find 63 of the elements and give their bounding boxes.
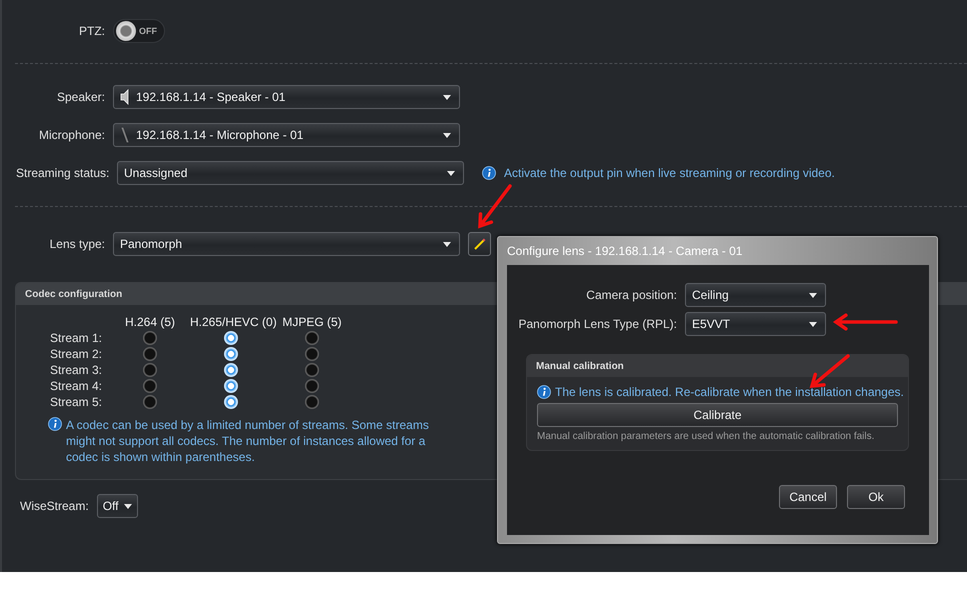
ptz-label: PTZ: bbox=[78, 24, 105, 38]
codec-radio[interactable] bbox=[305, 331, 319, 345]
dropdown[interactable]: E5VVT bbox=[685, 312, 826, 336]
dropdown-caret-icon bbox=[124, 504, 132, 508]
codec-radio[interactable] bbox=[305, 395, 319, 409]
ptz-toggle[interactable]: OFF bbox=[113, 19, 165, 43]
field-label: Microphone: bbox=[38, 128, 105, 142]
info-text: The lens is calibrated. Re-calibrate when the installation changes. bbox=[555, 385, 904, 399]
field-label: Speaker: bbox=[56, 90, 105, 104]
stream-label: Stream 4: bbox=[50, 379, 104, 393]
dropdown-caret-icon bbox=[443, 94, 451, 100]
info-text: A codec can be used by a limited number of streams. Some streams might not support all codecs. The number of instances allowed for a codec is shown within parentheses. bbox=[66, 417, 430, 465]
dropdown[interactable]: Ceiling bbox=[685, 283, 826, 307]
codec-radio[interactable] bbox=[305, 363, 319, 377]
note-text: Manual calibration parameters are used when the automatic calibration fails. bbox=[537, 431, 876, 442]
codec-radio[interactable] bbox=[143, 347, 157, 361]
stream-label: Stream 2: bbox=[50, 347, 104, 361]
codec-radio[interactable] bbox=[224, 379, 238, 393]
codec-radio[interactable] bbox=[143, 363, 157, 377]
field-label: Panomorph Lens Type (RPL): bbox=[517, 317, 677, 331]
codec-radio[interactable] bbox=[305, 347, 319, 361]
device-dropdown[interactable]: 192.168.1.14 - Microphone - 01 bbox=[113, 123, 460, 147]
annotation-arrow bbox=[810, 354, 850, 388]
dropdown-caret-icon bbox=[447, 170, 455, 176]
field-label: Camera position: bbox=[585, 288, 677, 302]
calibrate-button[interactable]: Calibrate bbox=[537, 403, 898, 427]
edit-lens-button[interactable] bbox=[468, 232, 491, 256]
pencil-icon bbox=[474, 238, 486, 250]
codec-radio[interactable] bbox=[305, 379, 319, 393]
stream-label: Stream 1: bbox=[50, 331, 104, 345]
codec-radio[interactable] bbox=[143, 379, 157, 393]
codec-radio[interactable] bbox=[224, 347, 238, 361]
field-label: Streaming status: bbox=[16, 166, 109, 180]
annotation-arrow bbox=[832, 313, 898, 331]
codec-radio[interactable] bbox=[224, 331, 238, 345]
dialog-title: Configure lens - 192.168.1.14 - Camera - 01 bbox=[507, 243, 744, 260]
lens-type-dropdown[interactable]: Panomorph bbox=[113, 232, 460, 256]
info-text: Activate the output pin when live streaming or recording video. bbox=[504, 166, 835, 180]
info-icon bbox=[48, 417, 62, 431]
panel-title: Manual calibration bbox=[527, 355, 908, 377]
codec-radio[interactable] bbox=[143, 331, 157, 345]
microphone-icon bbox=[120, 127, 130, 143]
codec-radio[interactable] bbox=[224, 395, 238, 409]
column-header: H.264 (5) bbox=[124, 315, 176, 329]
streaming-status-dropdown[interactable]: Unassigned bbox=[117, 161, 464, 185]
stream-label: Stream 5: bbox=[50, 395, 104, 409]
wisestream-dropdown[interactable]: Off bbox=[96, 494, 138, 518]
dropdown-caret-icon bbox=[443, 242, 451, 246]
dropdown-caret-icon bbox=[809, 322, 817, 326]
cancel-button[interactable]: Cancel bbox=[779, 485, 837, 509]
dropdown-caret-icon bbox=[809, 292, 817, 298]
ok-button[interactable]: Ok bbox=[847, 485, 905, 509]
info-icon bbox=[537, 385, 551, 399]
device-dropdown[interactable]: 192.168.1.14 - Speaker - 01 bbox=[113, 85, 460, 109]
stream-label: Stream 3: bbox=[50, 363, 104, 377]
annotation-arrow bbox=[478, 184, 512, 228]
dropdown-caret-icon bbox=[443, 132, 451, 138]
codec-radio[interactable] bbox=[143, 395, 157, 409]
info-icon bbox=[482, 166, 496, 180]
field-label: Lens type: bbox=[48, 237, 105, 251]
codec-radio[interactable] bbox=[224, 363, 238, 377]
speaker-icon bbox=[120, 89, 130, 105]
field-label: WiseStream: bbox=[20, 499, 89, 513]
